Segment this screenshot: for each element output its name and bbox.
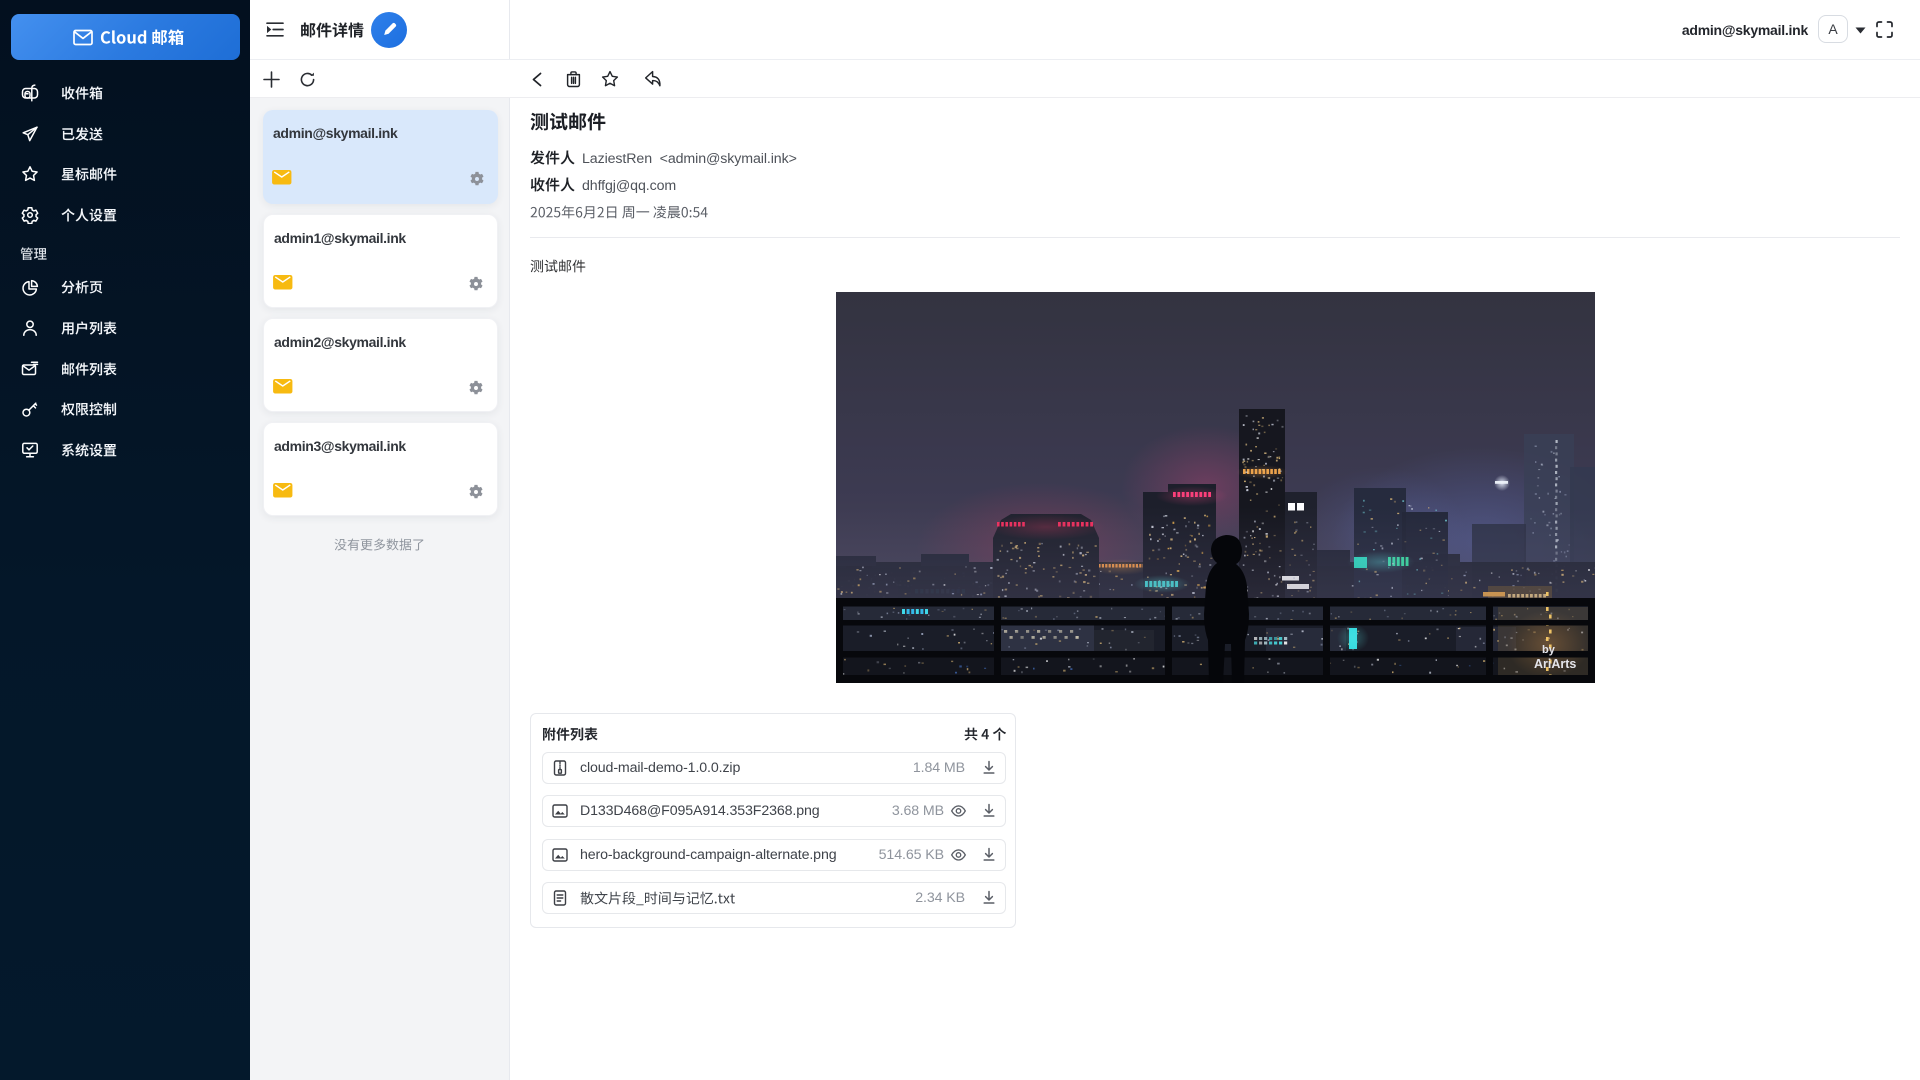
svg-text:by: by bbox=[1542, 644, 1556, 656]
svg-text:AriArts: AriArts bbox=[1534, 657, 1576, 671]
